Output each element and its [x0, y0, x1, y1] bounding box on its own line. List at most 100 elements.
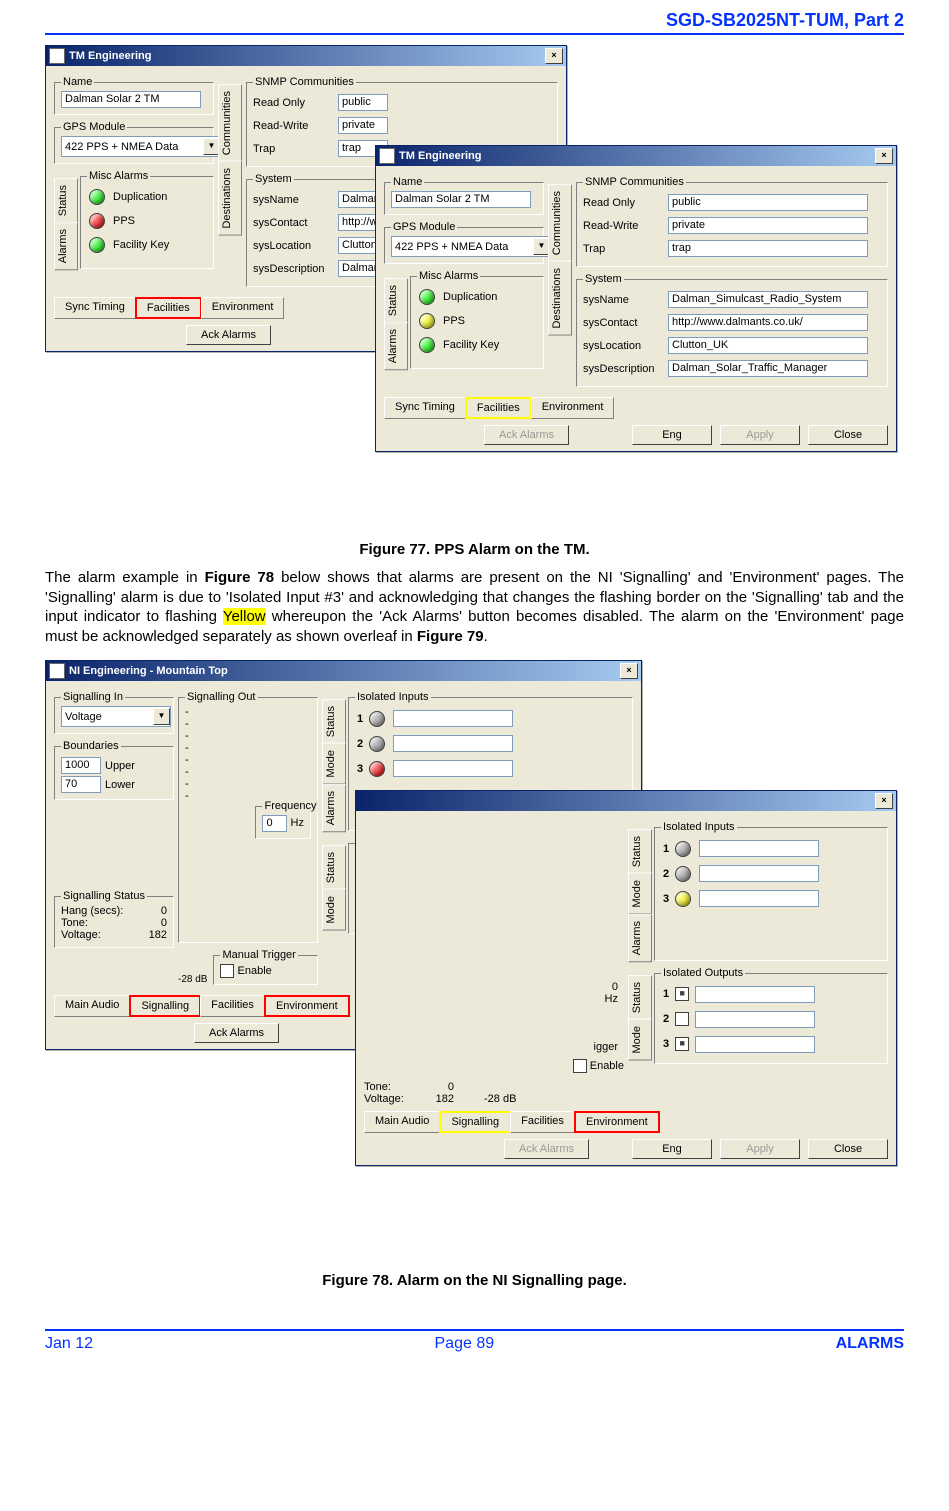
tab-destinations[interactable]: Destinations — [548, 261, 572, 336]
iso-out-1-checkbox[interactable] — [675, 987, 689, 1001]
titlebar[interactable]: TM Engineering × — [46, 46, 566, 66]
tab-communities[interactable]: Communities — [548, 184, 572, 262]
tab-status[interactable]: Status — [322, 845, 346, 890]
ni-window-front: × 0Hz igger Enable StatusModeAlarms Isol… — [355, 790, 897, 1166]
tab-status[interactable]: Status — [628, 975, 652, 1020]
titlebar[interactable]: NI Engineering - Mountain Top × — [46, 661, 641, 681]
voltage-select[interactable]: Voltage▼ — [61, 706, 171, 727]
chevron-down-icon[interactable]: ▼ — [153, 708, 170, 725]
tab-main-audio[interactable]: Main Audio — [364, 1111, 440, 1133]
mtrig-label: Manual Trigger — [220, 949, 297, 961]
tab-alarms[interactable]: Alarms — [628, 914, 652, 962]
footer-page: Page 89 — [435, 1335, 495, 1353]
tab-signalling[interactable]: Signalling — [439, 1111, 511, 1133]
window-title: NI Engineering - Mountain Top — [69, 665, 228, 677]
freq-input[interactable]: 0 — [262, 815, 287, 832]
tab-sync-timing[interactable]: Sync Timing — [384, 397, 466, 419]
readwrite-input[interactable]: private — [338, 117, 388, 134]
close-button[interactable]: Close — [808, 425, 888, 445]
close-button[interactable]: Close — [808, 1139, 888, 1159]
tab-environment[interactable]: Environment — [264, 995, 350, 1017]
trap-input[interactable]: trap — [668, 240, 868, 257]
led-grey-icon — [675, 841, 691, 857]
name-input[interactable]: Dalman Solar 2 TM — [61, 91, 201, 108]
trap-label: Trap — [583, 243, 658, 255]
close-icon[interactable]: × — [875, 148, 893, 164]
tab-environment[interactable]: Environment — [531, 397, 615, 419]
titlebar[interactable]: × — [356, 791, 896, 811]
system-label: System — [583, 273, 624, 285]
iso-out-3-checkbox[interactable] — [675, 1037, 689, 1051]
close-icon[interactable]: × — [875, 793, 893, 809]
tab-main-audio[interactable]: Main Audio — [54, 995, 130, 1017]
close-icon[interactable]: × — [620, 663, 638, 679]
iso-out-2-input[interactable] — [695, 1011, 815, 1028]
tab-mode[interactable]: Mode — [322, 889, 346, 931]
tone-label: Tone: — [61, 917, 88, 929]
syslocation-label: sysLocation — [583, 340, 658, 352]
syscontact-input[interactable]: http://www.dalmants.co.uk/ — [668, 314, 868, 331]
tab-mode[interactable]: Mode — [628, 873, 652, 915]
mtrig-suffix: igger — [514, 1041, 624, 1053]
footer-section: ALARMS — [836, 1335, 904, 1353]
sysname-input[interactable]: Dalman_Simulcast_Radio_System — [668, 291, 868, 308]
tab-signalling[interactable]: Signalling — [129, 995, 201, 1017]
gps-select[interactable]: 422 PPS + NMEA Data▼ — [61, 136, 221, 157]
iso-in-3-input[interactable] — [393, 760, 513, 777]
syslocation-input[interactable]: Clutton_UK — [668, 337, 868, 354]
upper-input[interactable]: 1000 — [61, 757, 101, 774]
name-label: Name — [61, 76, 94, 88]
tab-status[interactable]: Status — [628, 829, 652, 874]
body-paragraph: The alarm example in Figure 78 below sho… — [45, 568, 904, 646]
tab-facilities[interactable]: Facilities — [135, 297, 202, 319]
tab-facilities[interactable]: Facilities — [465, 397, 532, 419]
close-icon[interactable]: × — [545, 48, 563, 64]
tab-status[interactable]: Status — [384, 278, 408, 323]
isoin-label: Isolated Inputs — [355, 691, 431, 703]
iso-in-2-input[interactable] — [393, 735, 513, 752]
alarm-facility-key: Facility Key — [87, 233, 207, 257]
readonly-label: Read Only — [583, 197, 658, 209]
titlebar[interactable]: TM Engineering × — [376, 146, 896, 166]
tab-status[interactable]: Status — [54, 178, 78, 223]
enable-checkbox[interactable] — [573, 1059, 587, 1073]
iso-in-1-input[interactable] — [699, 840, 819, 857]
iso-out-1-input[interactable] — [695, 986, 815, 1003]
ack-alarms-button[interactable]: Ack Alarms — [186, 325, 271, 345]
ack-alarms-button[interactable]: Ack Alarms — [194, 1023, 279, 1043]
iso-in-3-input[interactable] — [699, 890, 819, 907]
iso-in-1: 1 — [661, 836, 881, 861]
app-icon — [379, 148, 395, 164]
iso-in-2-input[interactable] — [699, 865, 819, 882]
tab-status[interactable]: Status — [322, 699, 346, 744]
lower-input[interactable]: 70 — [61, 776, 101, 793]
tab-environment[interactable]: Environment — [201, 297, 285, 319]
readonly-input[interactable]: public — [668, 194, 868, 211]
sysdescription-input[interactable]: Dalman_Solar_Traffic_Manager — [668, 360, 868, 377]
tab-alarms[interactable]: Alarms — [384, 322, 408, 370]
iso-out-3-input[interactable] — [695, 1036, 815, 1053]
tab-facilities[interactable]: Facilities — [510, 1111, 575, 1133]
isoin-label: Isolated Inputs — [661, 821, 737, 833]
gps-select[interactable]: 422 PPS + NMEA Data▼ — [391, 236, 551, 257]
readwrite-input[interactable]: private — [668, 217, 868, 234]
dash: - — [185, 778, 311, 790]
iso-in-1-input[interactable] — [393, 710, 513, 727]
tab-mode[interactable]: Mode — [322, 743, 346, 785]
tab-mode[interactable]: Mode — [628, 1019, 652, 1061]
tab-communities[interactable]: Communities — [218, 84, 242, 162]
name-input[interactable]: Dalman Solar 2 TM — [391, 191, 531, 208]
enable-checkbox[interactable] — [220, 964, 234, 978]
tab-alarms[interactable]: Alarms — [54, 222, 78, 270]
eng-button[interactable]: Eng — [632, 1139, 712, 1159]
tab-facilities[interactable]: Facilities — [200, 995, 265, 1017]
eng-button[interactable]: Eng — [632, 425, 712, 445]
readonly-input[interactable]: public — [338, 94, 388, 111]
led-green-icon — [89, 189, 105, 205]
tab-alarms[interactable]: Alarms — [322, 784, 346, 832]
tab-environment[interactable]: Environment — [574, 1111, 660, 1133]
tab-sync-timing[interactable]: Sync Timing — [54, 297, 136, 319]
tab-destinations[interactable]: Destinations — [218, 161, 242, 236]
dash: - — [185, 718, 311, 730]
iso-out-2-checkbox[interactable] — [675, 1012, 689, 1026]
